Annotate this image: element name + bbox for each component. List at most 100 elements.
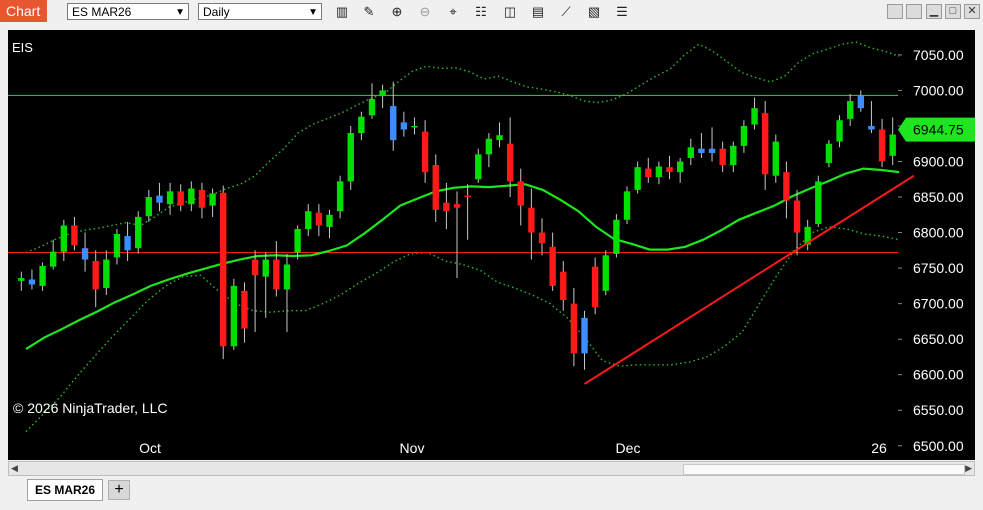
candle-body	[506, 143, 514, 182]
candle-body	[432, 165, 439, 210]
bars-type-icon[interactable]: ▥	[334, 4, 350, 20]
add-tab-button[interactable]: +	[108, 480, 130, 500]
candle-body	[400, 122, 408, 130]
chart-canvas: 7050.007000.006950.006900.006850.006800.…	[8, 40, 975, 456]
candle-body	[846, 101, 854, 119]
candle-body	[421, 131, 429, 173]
indicators-icon[interactable]: ▤	[530, 4, 546, 20]
tab-es-mar26[interactable]: ES MAR26	[27, 479, 103, 501]
candle-body	[655, 166, 663, 178]
candle-body	[411, 125, 418, 128]
horizontal-scrollbar[interactable]: ◀ ▶	[8, 461, 975, 476]
price-tick-label: 6850.00	[913, 189, 964, 205]
candle-body	[113, 233, 121, 258]
date-label: Oct	[139, 440, 161, 456]
maximize-icon[interactable]: □	[945, 4, 961, 19]
candle-body	[708, 148, 716, 153]
price-tick-label: 6650.00	[913, 331, 964, 347]
price-tick-label: 6600.00	[913, 367, 964, 383]
chevron-down-icon: ▼	[175, 7, 185, 18]
candle-body	[230, 285, 238, 347]
candle-body	[294, 229, 301, 253]
candle-body	[772, 141, 779, 176]
candle-body	[368, 98, 376, 116]
candle-body	[623, 191, 631, 220]
candle-body	[251, 259, 259, 276]
price-tick-label: 6750.00	[913, 260, 964, 276]
instrument-selector[interactable]: ES MAR26 ▼	[67, 3, 189, 20]
candle-body	[581, 317, 588, 354]
candle-body	[315, 212, 323, 226]
candle-body	[103, 259, 110, 288]
candle-body	[50, 251, 57, 267]
candle-body	[485, 138, 493, 155]
candle-body	[825, 143, 833, 163]
candle-body	[336, 181, 344, 212]
tab-bar: ES MAR26 +	[0, 477, 983, 510]
candle-body	[262, 259, 269, 277]
candle-body	[730, 145, 737, 166]
close-icon[interactable]: ✕	[964, 4, 980, 19]
interval-selector[interactable]: Daily ▼	[198, 3, 322, 20]
candle-body	[889, 134, 896, 156]
candle-body	[135, 216, 142, 249]
candle-body	[177, 191, 184, 206]
drawing-tools-icon[interactable]: ⟋	[558, 4, 574, 20]
scroll-thumb[interactable]	[683, 464, 965, 475]
candle-body	[761, 113, 769, 175]
candle-body	[390, 106, 397, 141]
zoom-out-icon[interactable]: ⊖	[417, 4, 433, 20]
zoom-in-icon[interactable]: ⊕	[389, 4, 405, 20]
candle-body	[60, 225, 68, 252]
chevron-down-icon: ▼	[308, 7, 318, 18]
minimize-icon[interactable]: ▁	[926, 4, 942, 19]
date-label: Dec	[616, 440, 641, 456]
candle-body	[878, 129, 886, 162]
price-tick-label: 6550.00	[913, 402, 964, 418]
candle-body	[591, 266, 599, 308]
candle-body	[613, 219, 620, 254]
more-icon[interactable]: ☰	[614, 4, 630, 20]
candle-body	[347, 133, 354, 182]
candle-body	[198, 189, 206, 208]
crosshair-icon[interactable]: ⌖	[445, 4, 461, 20]
share-icon[interactable]	[887, 4, 903, 19]
candle-body	[220, 192, 227, 347]
candle-body	[751, 108, 758, 125]
candle-body	[570, 303, 578, 354]
price-tick-label: 7050.00	[913, 47, 964, 63]
scroll-left-icon[interactable]: ◀	[11, 462, 18, 475]
data-box-icon[interactable]: ☷	[473, 4, 489, 20]
candle-body	[676, 161, 684, 173]
price-chart[interactable]: 7050.007000.006950.006900.006850.006800.…	[8, 30, 975, 460]
candle-body	[836, 120, 843, 142]
candle-body	[326, 214, 333, 227]
candle-body	[18, 278, 25, 281]
draw-pencil-icon[interactable]: ✎	[361, 4, 377, 20]
candle-body	[528, 207, 535, 233]
candle-body	[283, 264, 291, 290]
candle-body	[443, 202, 450, 212]
candle-body	[92, 260, 99, 290]
properties-icon[interactable]: ▧	[586, 4, 602, 20]
instrument-value: ES MAR26	[72, 5, 132, 19]
candle-body	[209, 193, 216, 206]
symbol-label: EIS	[12, 40, 33, 55]
candle-body	[188, 188, 195, 205]
strategies-icon[interactable]: ◫	[502, 4, 518, 20]
last-price-label: 6944.75	[913, 122, 964, 138]
candle-body	[379, 90, 386, 97]
candle-body	[719, 148, 726, 166]
scroll-right-icon[interactable]: ▶	[965, 462, 972, 475]
candle-body	[496, 135, 503, 141]
candle-body	[464, 195, 471, 198]
candle-body	[358, 116, 365, 134]
candle-body	[39, 265, 46, 286]
price-tick-label: 6900.00	[913, 153, 964, 169]
candle-body	[241, 290, 248, 329]
link-icon[interactable]	[906, 4, 922, 19]
candle-body	[305, 211, 312, 230]
chart-menu-button[interactable]: Chart	[0, 0, 47, 22]
candle-body	[145, 197, 153, 217]
candle-body	[453, 204, 461, 208]
